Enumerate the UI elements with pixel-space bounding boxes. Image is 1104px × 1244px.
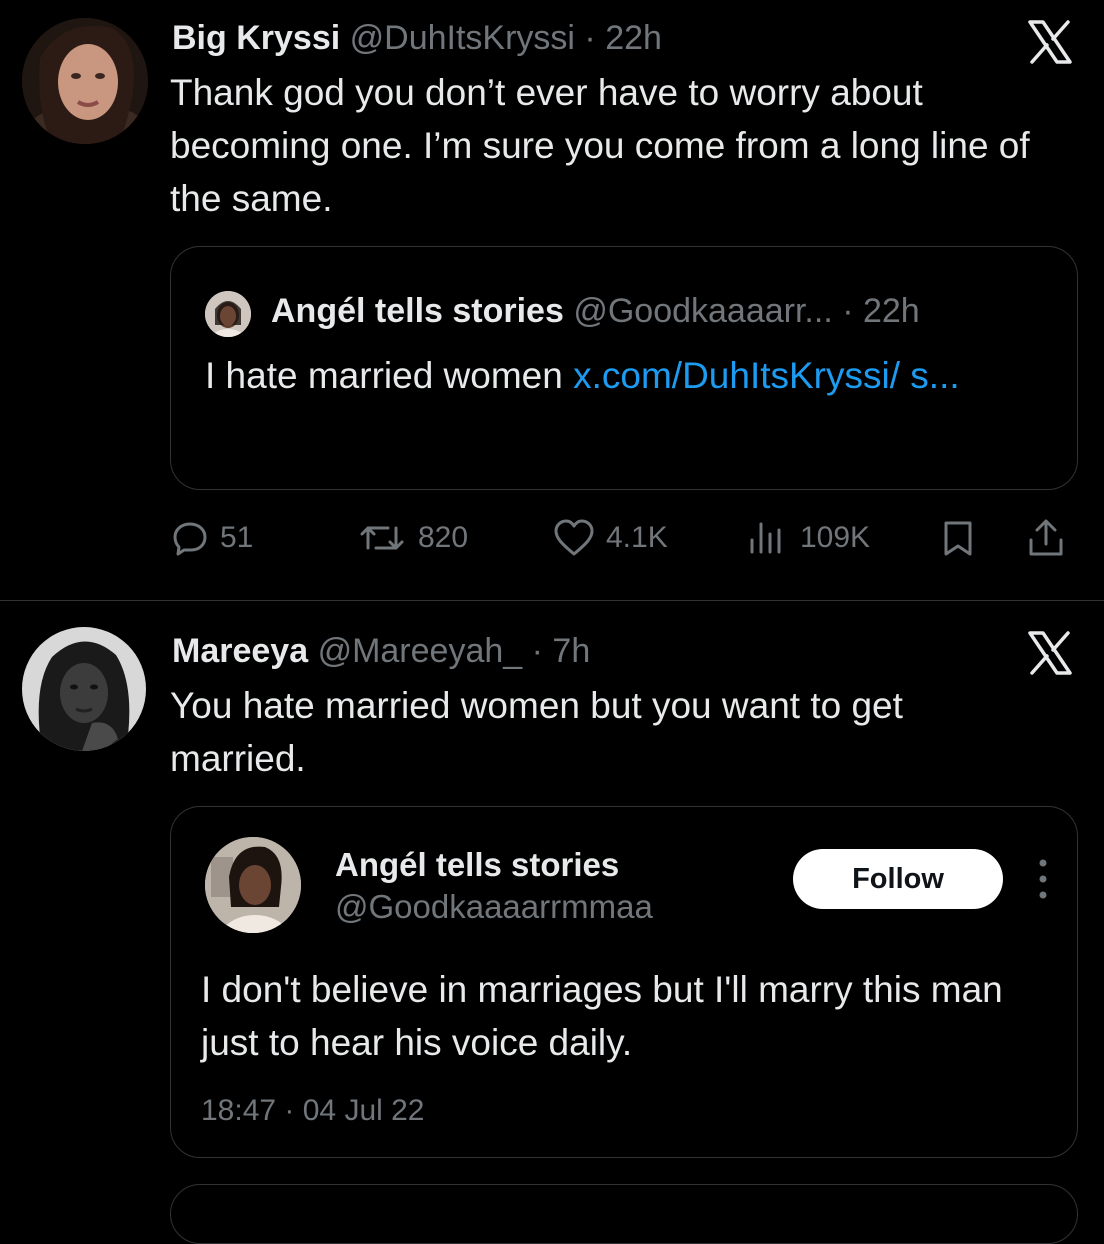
reply-button[interactable]: 51 <box>170 510 253 566</box>
bookmark-icon <box>944 521 972 556</box>
embed-text: I don't believe in marriages but I'll ma… <box>201 969 1003 1063</box>
tweet-text: You hate married women but you want to g… <box>170 685 903 779</box>
x-logo-icon <box>1028 20 1072 64</box>
separator-dot: · <box>522 632 553 670</box>
tweet-text: Thank god you don’t ever have to worry a… <box>170 72 1030 219</box>
separator-dot: · <box>832 292 863 330</box>
retweet-icon <box>360 526 404 550</box>
tweet-mareeya[interactable]: Mareeya @Mareeyah_ · 7h You hate married… <box>0 601 1104 1244</box>
quote-avatar[interactable] <box>205 291 251 337</box>
embedded-tweet[interactable]: Angél tells stories @Goodkaaaarrmmaa Fol… <box>170 806 1078 1158</box>
embed-timestamp[interactable]: 18:47 · 04 Jul 22 <box>201 1091 425 1131</box>
quote-user-handle[interactable]: @Goodkaaaarr... <box>573 292 832 330</box>
views-count: 109K <box>800 521 871 554</box>
tweet-header: Big Kryssi @DuhItsKryssi · 22h <box>172 18 662 58</box>
bookmark-button[interactable] <box>938 510 978 566</box>
tweet-time[interactable]: 22h <box>605 19 662 57</box>
avatar[interactable] <box>22 18 148 144</box>
share-icon <box>1029 519 1063 556</box>
tweet-big-kryssi[interactable]: Big Kryssi @DuhItsKryssi · 22h Thank god… <box>0 0 1104 600</box>
next-embedded-card <box>170 1184 1078 1244</box>
reply-icon <box>173 522 207 556</box>
quote-link[interactable]: x.com/DuhItsKryssi/ s... <box>573 355 960 396</box>
x-logo-icon <box>1028 631 1072 675</box>
quote-display-name[interactable]: Angél tells stories <box>271 292 564 330</box>
quote-header: Angél tells stories @Goodkaaaarr... · 22… <box>271 291 920 331</box>
tweet-time[interactable]: 7h <box>552 632 590 670</box>
separator-dot: · <box>574 19 606 57</box>
embed-user-handle[interactable]: @Goodkaaaarrmmaa <box>335 887 653 927</box>
display-name[interactable]: Mareeya <box>172 632 308 670</box>
views-button[interactable]: 109K <box>744 510 870 566</box>
tweet-header: Mareeya @Mareeyah_ · 7h <box>172 631 590 671</box>
embed-display-name[interactable]: Angél tells stories <box>335 845 619 885</box>
quoted-tweet[interactable]: Angél tells stories @Goodkaaaarr... · 22… <box>170 246 1078 490</box>
like-count: 4.1K <box>606 521 668 554</box>
reply-count: 51 <box>220 521 254 554</box>
retweet-button[interactable]: 820 <box>356 510 468 566</box>
display-name[interactable]: Big Kryssi <box>172 19 340 57</box>
more-options-icon[interactable] <box>1037 857 1049 901</box>
quote-text: I hate married women x.com/DuhItsKryssi/… <box>205 349 1045 403</box>
like-button[interactable]: 4.1K <box>552 510 668 566</box>
quote-text-content: I hate married women <box>205 355 574 396</box>
user-handle[interactable]: @Mareeyah_ <box>318 632 523 670</box>
action-bar: 51 820 4.1K 109K <box>0 510 1104 566</box>
user-handle[interactable]: @DuhItsKryssi <box>350 19 575 57</box>
share-button[interactable] <box>1026 510 1066 566</box>
embed-avatar[interactable] <box>205 837 301 933</box>
quote-time[interactable]: 22h <box>863 292 920 330</box>
follow-button[interactable]: Follow <box>793 849 1003 909</box>
avatar[interactable] <box>22 627 146 751</box>
views-chart-icon <box>750 522 781 554</box>
heart-icon <box>554 519 594 556</box>
retweet-count: 820 <box>418 521 469 554</box>
